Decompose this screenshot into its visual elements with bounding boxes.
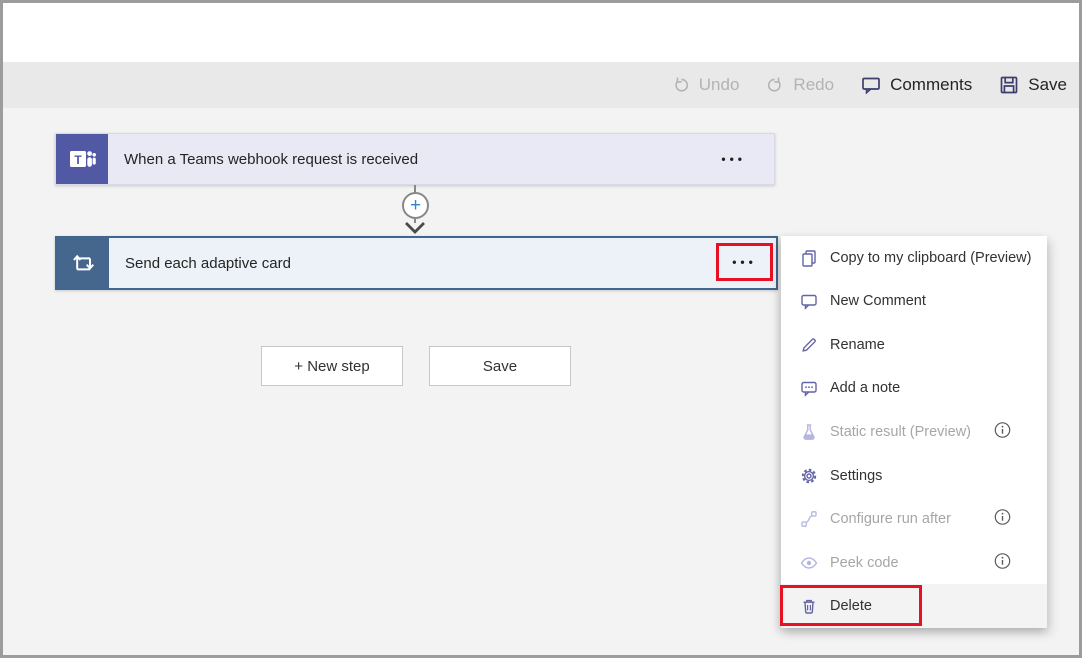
menu-item-label: Peek code xyxy=(830,555,899,571)
menu-item-static-result[interactable]: Static result (Preview) xyxy=(781,410,1047,454)
flow-designer-window: Undo Redo Comments Save T xyxy=(0,0,1082,658)
gear-icon xyxy=(799,466,819,486)
canvas-save-label: Save xyxy=(483,358,517,375)
new-step-label: + New step xyxy=(294,358,369,375)
canvas-save-button[interactable]: Save xyxy=(429,346,571,386)
trigger-menu-ellipsis[interactable]: ••• xyxy=(721,134,774,184)
undo-label: Undo xyxy=(699,75,740,95)
menu-item-peek-code[interactable]: Peek code xyxy=(781,541,1047,585)
info-icon[interactable] xyxy=(994,509,1011,530)
menu-item-label: Settings xyxy=(830,468,882,484)
toolbar-save-label: Save xyxy=(1028,75,1067,95)
undo-icon xyxy=(671,75,691,95)
save-icon xyxy=(998,74,1020,96)
menu-item-rename[interactable]: Rename xyxy=(781,323,1047,367)
menu-item-label: Delete xyxy=(830,598,872,614)
menu-item-label: Add a note xyxy=(830,380,900,396)
note-icon xyxy=(799,378,819,398)
menu-item-new-comment[interactable]: New Comment xyxy=(781,280,1047,324)
designer-toolbar: Undo Redo Comments Save xyxy=(3,62,1079,108)
undo-button[interactable]: Undo xyxy=(671,75,740,95)
comment-icon xyxy=(799,291,819,311)
menu-item-copy-to-clipboard[interactable]: Copy to my clipboard (Preview) xyxy=(781,236,1047,280)
title-bar xyxy=(3,3,1079,62)
run-after-icon xyxy=(799,509,819,529)
teams-icon: T xyxy=(56,134,108,184)
trigger-card-title: When a Teams webhook request is received xyxy=(108,134,721,184)
trigger-card[interactable]: T When a Teams webhook request is receiv… xyxy=(55,133,775,185)
menu-item-label: Static result (Preview) xyxy=(830,424,971,440)
menu-item-label: Rename xyxy=(830,337,885,353)
insert-step-button[interactable]: + xyxy=(402,192,429,219)
menu-item-delete[interactable]: Delete xyxy=(781,584,1047,628)
menu-item-label: New Comment xyxy=(830,293,926,309)
toolbar-save-button[interactable]: Save xyxy=(998,74,1067,96)
eye-icon xyxy=(799,553,819,573)
redo-label: Redo xyxy=(793,75,834,95)
trash-icon xyxy=(799,596,819,616)
action-card-title: Send each adaptive card xyxy=(109,238,776,288)
info-icon[interactable] xyxy=(994,552,1011,573)
menu-item-settings[interactable]: Settings xyxy=(781,454,1047,498)
comments-button[interactable]: Comments xyxy=(860,74,972,96)
menu-item-add-a-note[interactable]: Add a note xyxy=(781,367,1047,411)
flask-icon xyxy=(799,422,819,442)
menu-item-label: Copy to my clipboard (Preview) xyxy=(830,250,1031,266)
action-context-menu: Copy to my clipboard (Preview) New Comme… xyxy=(781,236,1047,628)
loop-icon xyxy=(57,238,109,288)
copy-icon xyxy=(799,248,819,268)
plus-icon: + xyxy=(410,196,421,215)
action-card[interactable]: Send each adaptive card ••• xyxy=(55,236,778,290)
svg-text:T: T xyxy=(74,153,82,167)
highlight-box-ellipsis: ••• xyxy=(716,243,773,281)
menu-item-label: Configure run after xyxy=(830,511,951,527)
info-icon[interactable] xyxy=(994,421,1011,442)
pencil-icon xyxy=(799,335,819,355)
redo-button[interactable]: Redo xyxy=(765,75,834,95)
action-menu-ellipsis[interactable]: ••• xyxy=(732,255,757,269)
new-step-button[interactable]: + New step xyxy=(261,346,403,386)
redo-icon xyxy=(765,75,785,95)
comments-label: Comments xyxy=(890,75,972,95)
comments-icon xyxy=(860,74,882,96)
menu-item-configure-run-after[interactable]: Configure run after xyxy=(781,497,1047,541)
